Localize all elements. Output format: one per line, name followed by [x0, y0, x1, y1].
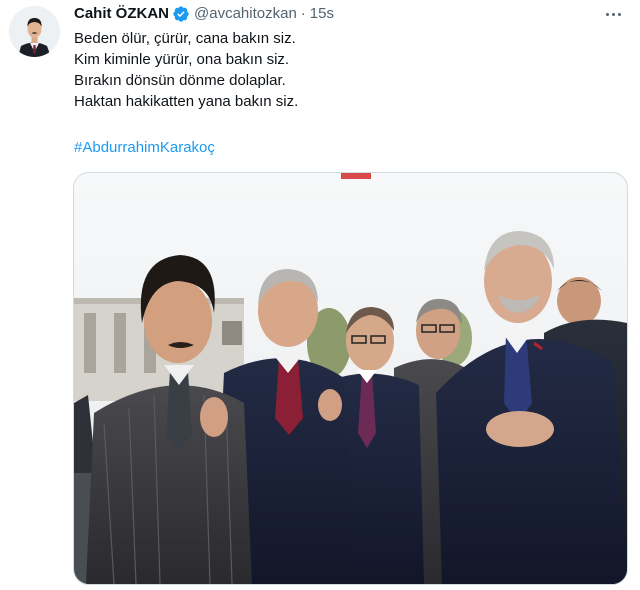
more-dot — [617, 12, 621, 16]
tweet-header: Cahit ÖZKAN @avcahitozkan · 15s — [74, 4, 334, 24]
more-dot — [611, 12, 615, 16]
tweet-text-line: Beden ölür, çürür, cana bakın siz. — [74, 30, 296, 47]
header-separator: · — [300, 5, 306, 22]
tweet-timestamp[interactable]: 15s — [310, 4, 334, 24]
avatar-photo-icon — [9, 6, 60, 57]
author-avatar[interactable] — [9, 6, 60, 57]
tweet-text-line: Haktan hakikatten yana bakın siz. — [74, 93, 299, 110]
tweet-card[interactable]: Cahit ÖZKAN @avcahitozkan · 15s Beden öl… — [0, 0, 640, 590]
more-options-icon[interactable] — [600, 2, 626, 26]
group-photo-image — [74, 173, 627, 584]
tweet-text: Beden ölür, çürür, cana bakın siz. Kim k… — [74, 28, 614, 112]
more-dot — [605, 12, 609, 16]
author-display-name[interactable]: Cahit ÖZKAN — [74, 4, 169, 24]
author-handle[interactable]: @avcahitozkan — [194, 4, 297, 24]
tweet-text-line: Kim kiminle yürür, ona bakın siz. — [74, 51, 290, 68]
tweet-media-photo[interactable] — [73, 172, 628, 585]
verified-badge-icon — [173, 6, 189, 22]
hashtag-link[interactable]: #AbdurrahimKarakoç — [74, 137, 215, 158]
tweet-text-line: Bırakın dönsün dönme dolaplar. — [74, 72, 286, 89]
